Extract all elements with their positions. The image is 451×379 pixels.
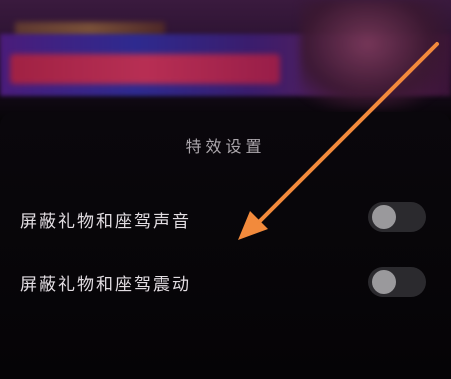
annotation-arrow-icon (238, 42, 439, 240)
